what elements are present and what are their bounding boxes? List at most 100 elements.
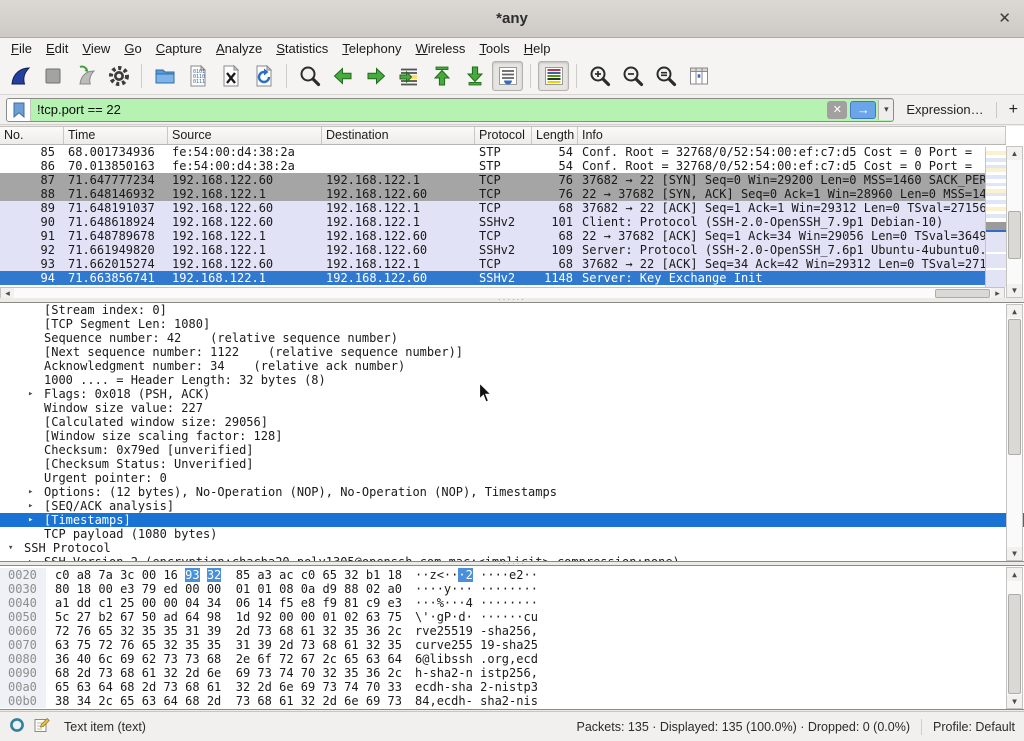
packet-row-85[interactable]: 8568.001734936fe:54:00:d4:38:2aSTP54Conf… [0,145,985,159]
hex-bytes[interactable]: 65 63 64 68 2d 73 68 61 32 2d 6e 69 73 7… [55,680,402,694]
scroll-down-icon[interactable]: ▼ [1007,284,1022,297]
stop-capture-icon[interactable] [37,61,68,91]
go-back-icon[interactable] [327,61,358,91]
hex-ascii[interactable]: h-sha2-n istp256, [415,666,538,680]
go-first-icon[interactable] [426,61,457,91]
find-packet-icon[interactable] [294,61,325,91]
profile-text[interactable]: Profile: Default [933,720,1015,734]
capture-options-icon[interactable] [103,61,134,91]
capture-comment-icon[interactable] [34,717,50,736]
tree-item[interactable]: [Next sequence number: 1122 (relative se… [0,345,1024,359]
filter-bookmark-icon[interactable] [7,99,31,121]
hex-bytes[interactable]: 72 76 65 32 35 35 31 39 2d 73 68 61 32 3… [55,624,402,638]
tree-item[interactable]: Acknowledgment number: 34 (relative ack … [0,359,1024,373]
menu-analyze[interactable]: Analyze [209,40,269,57]
zoom-in-icon[interactable] [584,61,615,91]
start-capture-icon[interactable] [4,61,35,91]
tree-item[interactable]: [TCP Segment Len: 1080] [0,317,1024,331]
menu-statistics[interactable]: Statistics [269,40,335,57]
column-header-time[interactable]: Time [64,127,168,144]
menu-view[interactable]: View [75,40,117,57]
scroll-up-icon[interactable]: ▲ [1007,305,1022,318]
menu-capture[interactable]: Capture [149,40,209,57]
go-to-packet-icon[interactable] [393,61,424,91]
tree-item[interactable]: ▸[SEQ/ACK analysis] [0,499,1024,513]
resize-columns-icon[interactable] [683,61,714,91]
expert-info-icon[interactable] [9,717,25,736]
column-header-protocol[interactable]: Protocol [475,127,532,144]
scrollbar-thumb[interactable] [935,289,990,298]
colorize-icon[interactable] [538,61,569,91]
hex-bytes[interactable]: 68 2d 73 68 61 32 2d 6e 69 73 74 70 32 3… [55,666,402,680]
tree-item[interactable]: Sequence number: 42 (relative sequence n… [0,331,1024,345]
tree-item[interactable]: TCP payload (1080 bytes) [0,527,1024,541]
bytes-vertical-scrollbar[interactable]: ▲ ▼ [1006,567,1023,709]
menu-file[interactable]: File [4,40,39,57]
tree-item[interactable]: ▸Flags: 0x018 (PSH, ACK) [0,387,1024,401]
column-header-source[interactable]: Source [168,127,322,144]
tree-item[interactable]: Window size value: 227 [0,401,1024,415]
hex-row-0090[interactable]: 009068 2d 73 68 61 32 2d 6e 69 73 74 70 … [0,666,1024,680]
scrollbar-thumb[interactable] [1008,319,1021,455]
hex-bytes[interactable]: 38 34 2c 65 63 64 68 2d 73 68 61 32 2d 6… [55,694,402,708]
hex-bytes[interactable]: 63 75 72 76 65 32 35 35 31 39 2d 73 68 6… [55,638,402,652]
hex-ascii[interactable]: 84,ecdh- sha2-nis [415,694,538,708]
hex-bytes[interactable]: a1 dd c1 25 00 00 04 34 06 14 f5 e8 f9 8… [55,596,402,610]
scroll-down-icon[interactable]: ▼ [1007,547,1022,560]
packet-list-vertical-scrollbar[interactable]: ▲ ▼ [1006,146,1023,298]
hex-ascii[interactable]: 6@libssh .org,ecd [415,652,538,666]
reload-file-icon[interactable] [248,61,279,91]
expander-closed-icon[interactable]: ▸ [28,555,33,562]
hex-ascii[interactable]: ··z<···2 ····e2·· [415,568,538,582]
scroll-up-icon[interactable]: ▲ [1007,568,1022,581]
close-icon[interactable]: ✕ [998,9,1011,27]
hex-row-0030[interactable]: 003080 18 00 e3 79 ed 00 00 01 01 08 0a … [0,582,1024,596]
packet-row-91[interactable]: 9171.648789678192.168.122.1192.168.122.6… [0,229,985,243]
tree-item[interactable]: ▸Options: (12 bytes), No-Operation (NOP)… [0,485,1024,499]
tree-item[interactable]: [Calculated window size: 29056] [0,415,1024,429]
hex-ascii[interactable]: ····y··· ········ [415,582,538,596]
filter-input[interactable]: !tcp.port == 22 [31,102,827,117]
expander-closed-icon[interactable]: ▸ [28,485,33,499]
expander-closed-icon[interactable]: ▸ [28,499,33,513]
restart-capture-icon[interactable] [70,61,101,91]
zoom-out-icon[interactable] [617,61,648,91]
menu-help[interactable]: Help [517,40,558,57]
hex-bytes[interactable]: 36 40 6c 69 62 73 73 68 2e 6f 72 67 2c 6… [55,652,402,666]
intelligent-scrollbar-minimap[interactable] [985,147,1006,287]
hex-ascii[interactable]: curve255 19-sha25 [415,638,538,652]
filter-apply-icon[interactable]: → [850,101,876,119]
menu-telephony[interactable]: Telephony [335,40,408,57]
packet-row-94[interactable]: 9471.663856741192.168.122.1192.168.122.6… [0,271,985,285]
add-filter-button[interactable]: + [1009,101,1018,119]
close-file-icon[interactable] [215,61,246,91]
scrollbar-thumb[interactable] [1008,594,1021,694]
menu-edit[interactable]: Edit [39,40,75,57]
tree-item[interactable]: [Stream index: 0] [0,303,1024,317]
menu-go[interactable]: Go [117,40,148,57]
column-header-no[interactable]: No. [0,127,64,144]
hex-ascii[interactable]: rve25519 -sha256, [415,624,538,638]
display-filter-field[interactable]: !tcp.port == 22 ✕ → ▾ [6,98,894,122]
scrollbar-thumb[interactable] [1008,211,1021,259]
hex-row-0050[interactable]: 00505c 27 b2 67 50 ad 64 98 1d 92 00 00 … [0,610,1024,624]
tree-item[interactable]: Checksum: 0x79ed [unverified] [0,443,1024,457]
save-file-icon[interactable]: 010101100111 [182,61,213,91]
packet-row-92[interactable]: 9271.661949820192.168.122.1192.168.122.6… [0,243,985,257]
column-header-info[interactable]: Info [578,127,1006,144]
packet-row-93[interactable]: 9371.662015274192.168.122.60192.168.122.… [0,257,985,271]
packet-row-88[interactable]: 8871.648146932192.168.122.1192.168.122.6… [0,187,985,201]
scroll-down-icon[interactable]: ▼ [1007,695,1022,708]
auto-scroll-icon[interactable] [492,61,523,91]
filter-dropdown-icon[interactable]: ▾ [878,100,893,120]
packet-row-87[interactable]: 8771.647777234192.168.122.60192.168.122.… [0,173,985,187]
hex-ascii[interactable]: \'·gP·d· ······cu [415,610,538,624]
packet-row-90[interactable]: 9071.648618924192.168.122.60192.168.122.… [0,215,985,229]
tree-item[interactable]: ▸[Timestamps] [0,513,1024,527]
hex-bytes[interactable]: c0 a8 7a 3c 00 16 93 32 85 a3 ac c0 65 3… [55,568,402,582]
expander-closed-icon[interactable]: ▸ [28,387,33,401]
filter-clear-icon[interactable]: ✕ [827,101,847,119]
tree-item[interactable]: Urgent pointer: 0 [0,471,1024,485]
hex-bytes[interactable]: 5c 27 b2 67 50 ad 64 98 1d 92 00 00 01 0… [55,610,402,624]
hex-row-0040[interactable]: 0040a1 dd c1 25 00 00 04 34 06 14 f5 e8 … [0,596,1024,610]
